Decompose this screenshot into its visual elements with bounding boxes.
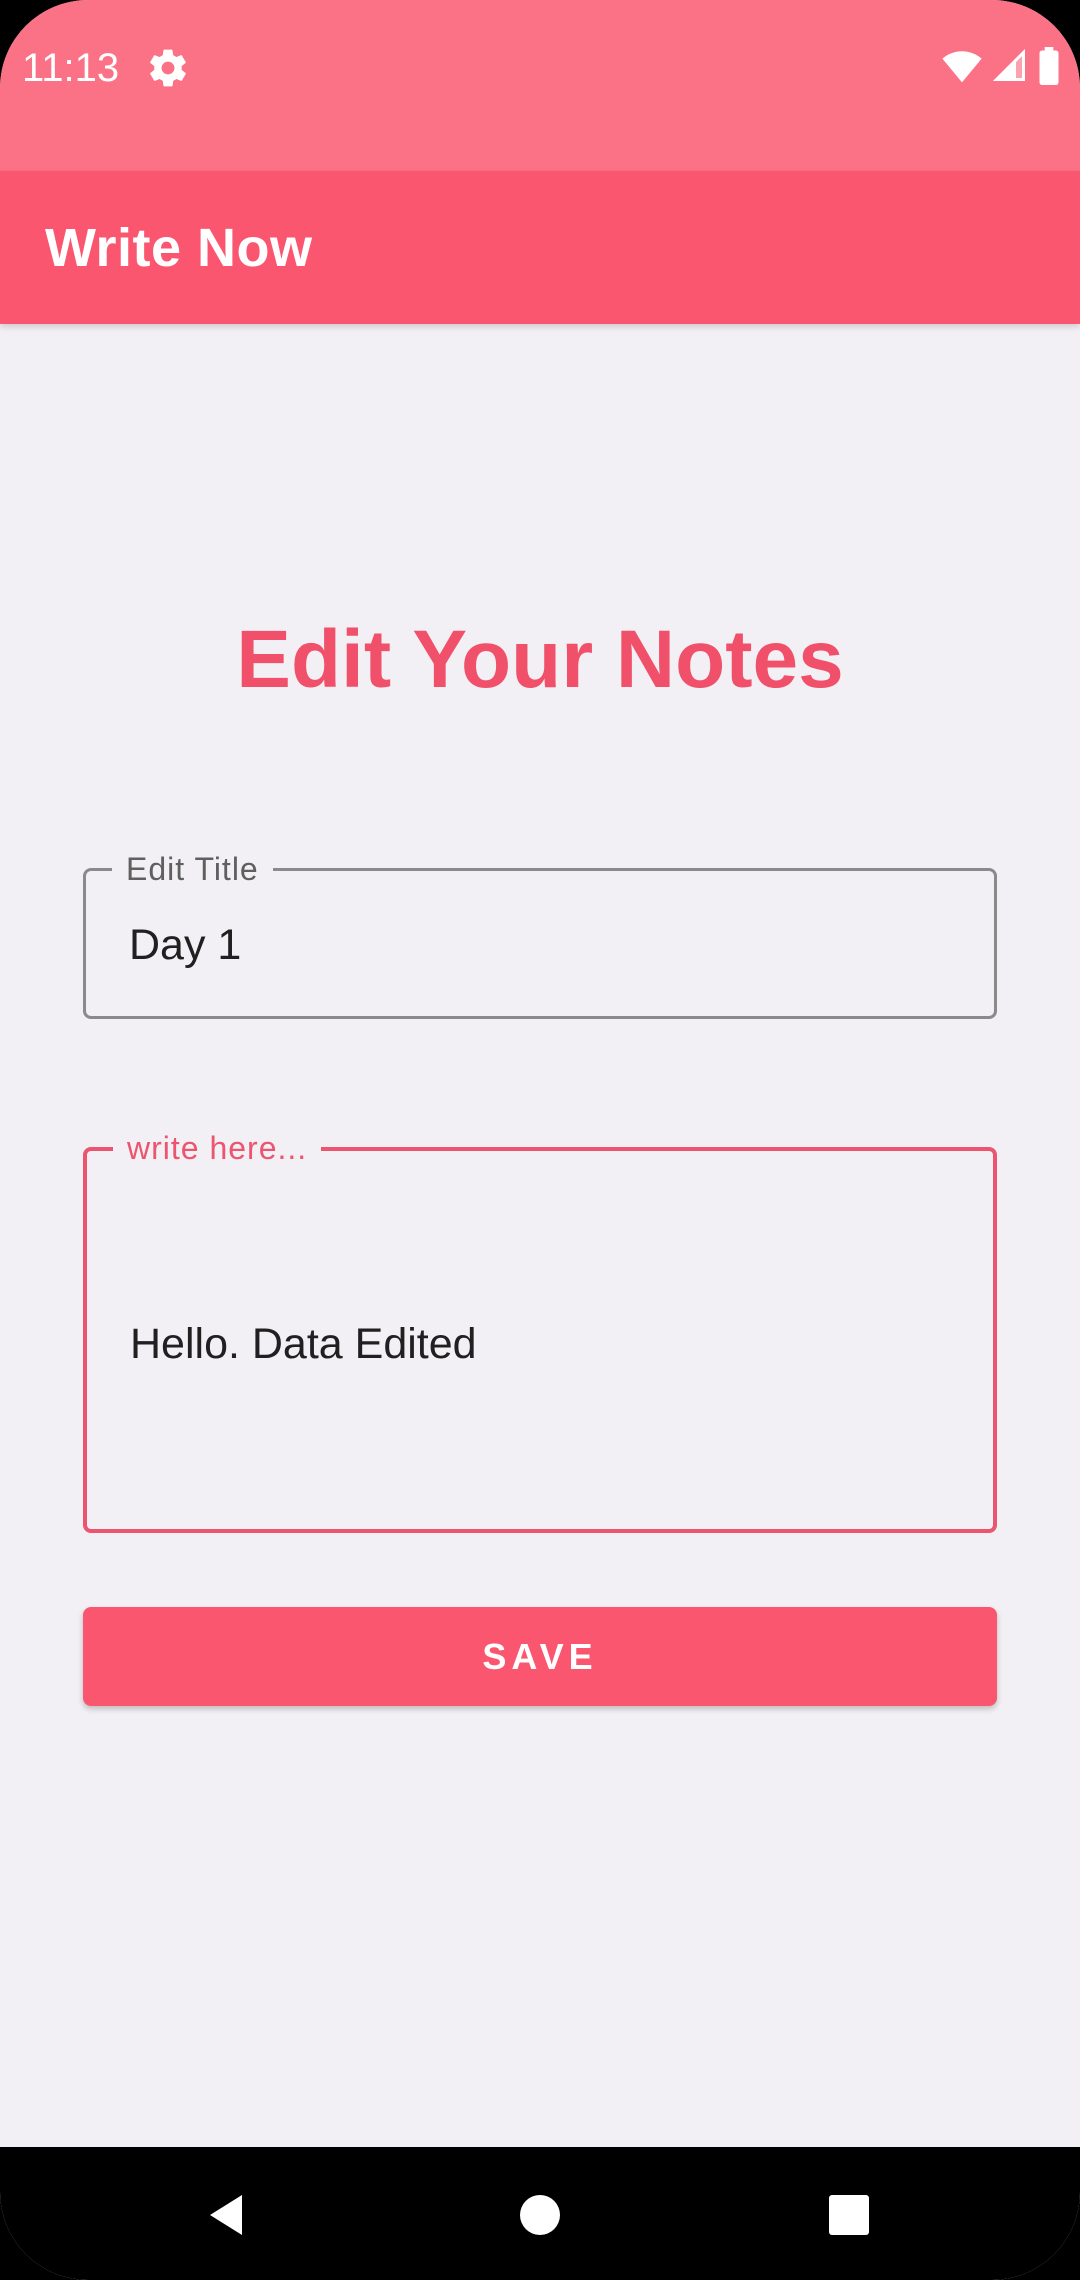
title-field-label: Edit Title xyxy=(112,849,273,889)
page-title: Edit Your Notes xyxy=(236,614,844,705)
save-button[interactable]: SAVE xyxy=(83,1607,997,1706)
navigation-bar xyxy=(0,2147,1080,2280)
app-bar: Write Now xyxy=(0,171,1080,324)
title-field[interactable]: Edit Title Day 1 xyxy=(83,849,997,1019)
gear-icon xyxy=(146,46,190,90)
note-body-field[interactable]: write here... Hello. Data Edited xyxy=(83,1128,997,1533)
note-body-field-label: write here... xyxy=(113,1128,322,1168)
status-bar: 11:13 xyxy=(0,0,1080,171)
recents-icon[interactable] xyxy=(819,2185,879,2245)
note-body-field-value[interactable]: Hello. Data Edited xyxy=(130,1318,477,1370)
app-title: Write Now xyxy=(45,218,313,278)
wifi-icon xyxy=(942,48,982,89)
battery-icon xyxy=(1038,46,1060,90)
signal-icon xyxy=(992,48,1028,89)
status-time: 11:13 xyxy=(22,46,120,90)
title-field-value[interactable]: Day 1 xyxy=(129,919,241,971)
home-icon[interactable] xyxy=(510,2185,570,2245)
back-icon[interactable] xyxy=(196,2185,256,2245)
status-icons xyxy=(942,46,1060,90)
phone-screen: 11:13 Write Now Edit Your Notes Edit Tit… xyxy=(0,0,1080,2280)
